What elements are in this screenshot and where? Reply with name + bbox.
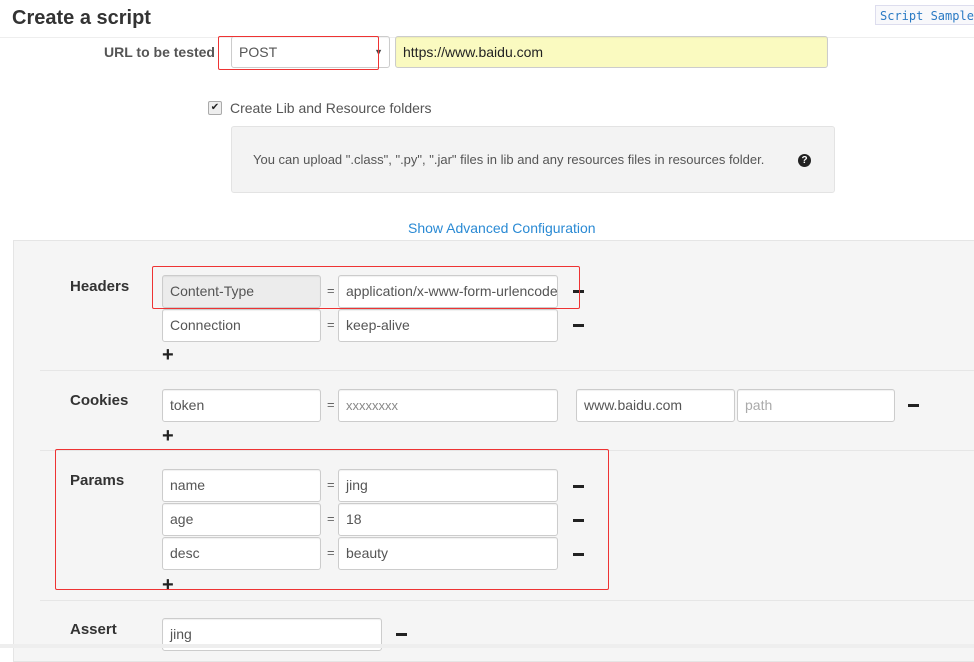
- cookie-value-input[interactable]: xxxxxxxx: [338, 389, 558, 422]
- info-text: You can upload ".class", ".py", ".jar" f…: [253, 152, 765, 167]
- remove-assert-icon[interactable]: [396, 633, 407, 636]
- remove-header-icon[interactable]: [573, 324, 584, 327]
- add-header-icon[interactable]: +: [162, 345, 174, 365]
- show-advanced-link[interactable]: Show Advanced Configuration: [408, 220, 596, 236]
- create-folders-label: Create Lib and Resource folders: [230, 100, 432, 116]
- page-title: Create a script: [12, 7, 151, 29]
- url-label: URL to be tested: [104, 44, 215, 60]
- highlight-box: [218, 36, 379, 70]
- help-icon[interactable]: ?: [798, 154, 811, 167]
- equals-sign: =: [327, 397, 335, 412]
- highlight-box: [152, 266, 580, 309]
- cookies-label: Cookies: [70, 392, 129, 409]
- assert-label: Assert: [70, 621, 117, 638]
- create-folders-checkbox[interactable]: ✔: [208, 101, 222, 115]
- cookie-key-input[interactable]: token: [162, 389, 321, 422]
- header-value-input[interactable]: keep-alive: [338, 309, 558, 342]
- script-sample-button[interactable]: Script Sample: [875, 5, 974, 25]
- cookie-domain-input[interactable]: www.baidu.com: [576, 389, 735, 422]
- header-key-input[interactable]: Connection: [162, 309, 321, 342]
- divider: [40, 600, 974, 601]
- url-input[interactable]: https://www.baidu.com: [395, 36, 828, 68]
- headers-label: Headers: [70, 278, 130, 295]
- divider: [40, 370, 974, 371]
- equals-sign: =: [327, 317, 335, 332]
- remove-cookie-icon[interactable]: [908, 404, 919, 407]
- info-box: You can upload ".class", ".py", ".jar" f…: [231, 126, 835, 193]
- add-cookie-icon[interactable]: +: [162, 426, 174, 446]
- bottom-edge: [0, 644, 974, 648]
- highlight-box: [55, 449, 609, 590]
- cookie-path-input[interactable]: path: [737, 389, 895, 422]
